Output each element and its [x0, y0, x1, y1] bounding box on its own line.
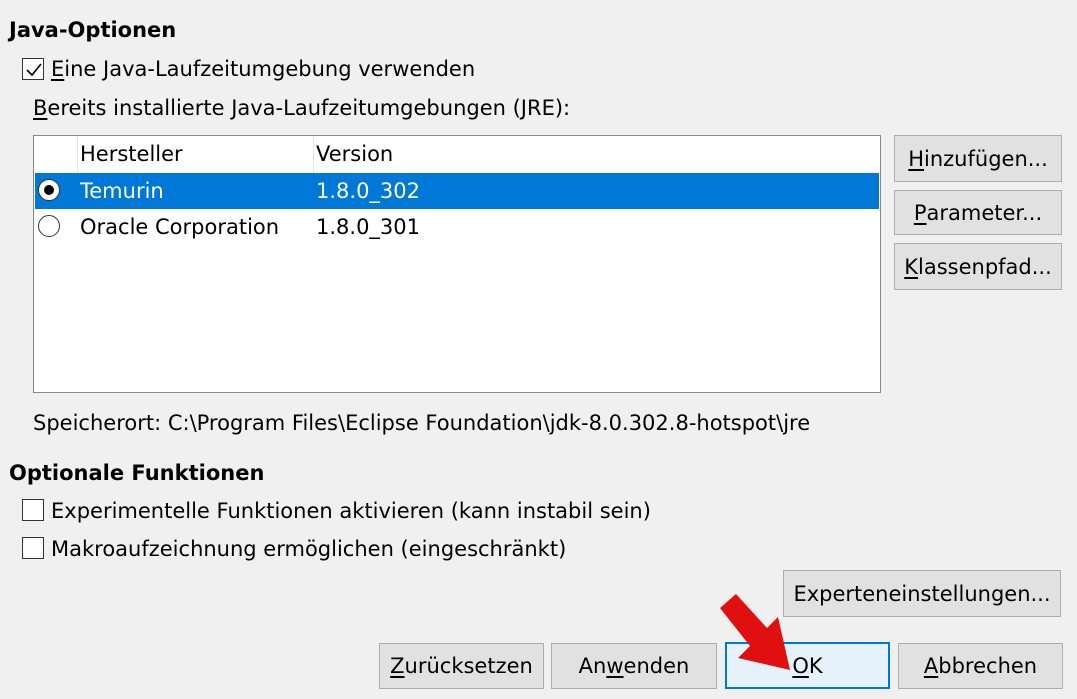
installed-jre-label: Bereits installierte Java-Laufzeitumgebu… [33, 96, 571, 120]
java-options-heading: Java-Optionen [9, 18, 177, 42]
use-jre-checkbox[interactable] [22, 58, 44, 80]
parameters-button[interactable]: Parameter... [894, 190, 1062, 235]
jre-version: 1.8.0_301 [316, 215, 421, 239]
use-jre-label[interactable]: Eine Java-Laufzeitumgebung verwenden [51, 57, 475, 81]
radio-unselected-icon[interactable] [38, 215, 60, 237]
add-button[interactable]: Hinzufügen... [894, 135, 1062, 182]
jre-version: 1.8.0_302 [316, 179, 421, 203]
experimental-label[interactable]: Experimentelle Funktionen aktivieren (ka… [51, 499, 651, 523]
experimental-checkbox[interactable] [22, 499, 44, 521]
red-arrow-icon [720, 594, 790, 670]
jre-vendor: Oracle Corporation [80, 215, 280, 239]
jre-location-text: Speicherort: C:\Program Files\Eclipse Fo… [33, 411, 811, 435]
expert-settings-button[interactable]: Experteneinstellungen... [783, 570, 1061, 617]
radio-selected-icon[interactable] [38, 179, 60, 201]
jre-vendor: Temurin [80, 179, 164, 203]
cancel-button[interactable]: Abbrechen [898, 643, 1063, 689]
apply-button[interactable]: An w enden [551, 643, 717, 689]
macro-checkbox[interactable] [22, 537, 44, 559]
jre-list[interactable]: Hersteller Version Temurin 1.8.0_302 Ora… [33, 135, 881, 393]
column-header-version[interactable]: Version [316, 136, 393, 173]
classpath-button[interactable]: Klassenpfad... [894, 243, 1062, 290]
optional-features-heading: Optionale Funktionen [9, 461, 265, 485]
column-header-vendor[interactable]: Hersteller [80, 136, 183, 173]
jre-row-oracle[interactable]: Oracle Corporation 1.8.0_301 [35, 209, 879, 245]
checkmark-icon [26, 63, 42, 77]
reset-button[interactable]: Zurücksetzen [379, 643, 544, 689]
macro-label[interactable]: Makroaufzeichnung ermöglichen (eingeschr… [51, 537, 566, 561]
jre-row-temurin[interactable]: Temurin 1.8.0_302 [35, 173, 879, 209]
jre-list-header: Hersteller Version [34, 136, 880, 173]
